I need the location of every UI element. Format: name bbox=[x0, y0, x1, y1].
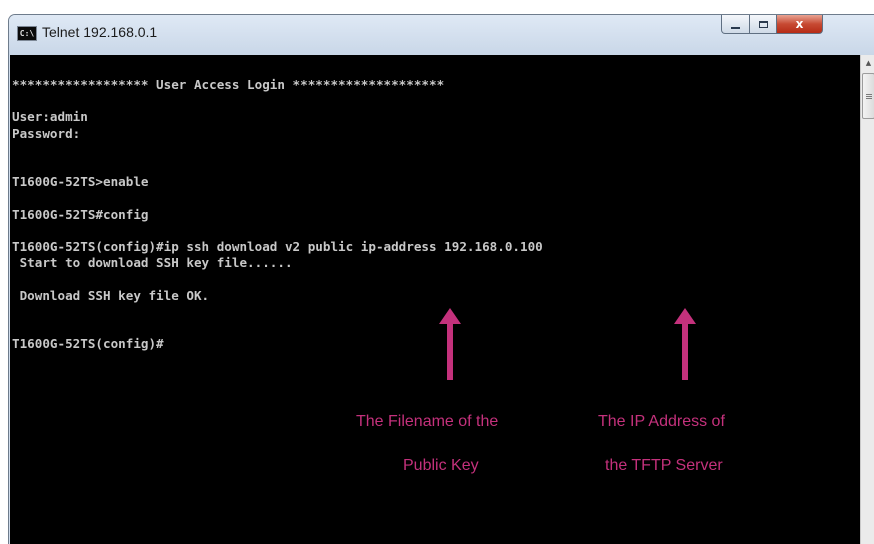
terminal-line: Download SSH key file OK. bbox=[12, 287, 210, 303]
maximize-button[interactable] bbox=[749, 15, 777, 34]
terminal-line: T1600G-52TS(config)# bbox=[12, 336, 164, 352]
vertical-scrollbar[interactable]: ▲ bbox=[860, 55, 874, 544]
console-icon: C:\ bbox=[17, 26, 37, 41]
terminal-line: ****************** User Access Login ***… bbox=[12, 77, 445, 92]
close-icon: x bbox=[795, 17, 804, 31]
terminal-line: User:admin bbox=[12, 109, 88, 125]
maximize-icon bbox=[758, 20, 768, 28]
scroll-thumb[interactable] bbox=[862, 73, 874, 119]
minimize-button[interactable] bbox=[721, 15, 750, 34]
terminal-line: T1600G-52TS(config)#ip ssh download v2 p… bbox=[12, 239, 543, 255]
terminal-line: Start to download SSH key file...... bbox=[12, 255, 293, 271]
terminal-text: ****************** User Access Login ***… bbox=[12, 77, 852, 352]
title-bar[interactable]: C:\ Telnet 192.168.0.1 x bbox=[9, 15, 874, 55]
terminal-line: Password: bbox=[12, 125, 81, 141]
terminal-line: T1600G-52TS#config bbox=[12, 206, 149, 222]
scroll-up-icon[interactable]: ▲ bbox=[861, 55, 874, 71]
window-title: Telnet 192.168.0.1 bbox=[42, 24, 158, 40]
arrow-up-icon bbox=[674, 308, 696, 380]
grip-line bbox=[865, 97, 872, 99]
grip-line bbox=[865, 95, 872, 97]
filename-annotation-line2: Public Key bbox=[403, 457, 479, 474]
arrow-up-icon bbox=[439, 308, 461, 380]
terminal-line: T1600G-52TS>enable bbox=[12, 174, 149, 190]
filename-annotation-line1: The Filename of the bbox=[356, 413, 499, 430]
ip-annotation-line1: The IP Address of bbox=[598, 413, 725, 430]
grip-line bbox=[865, 93, 872, 95]
ip-annotation-line2: the TFTP Server bbox=[605, 457, 723, 474]
close-button[interactable]: x bbox=[776, 15, 823, 34]
minimize-icon bbox=[731, 26, 740, 29]
